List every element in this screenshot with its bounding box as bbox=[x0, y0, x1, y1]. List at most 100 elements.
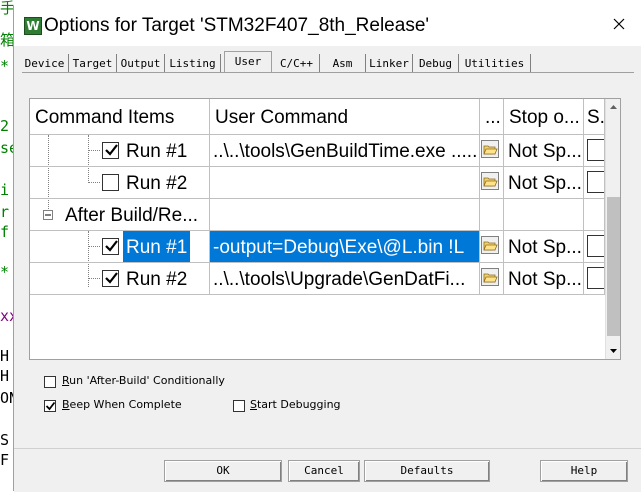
dialog-title: Options for Target 'STM32F407_8th_Releas… bbox=[44, 15, 430, 36]
user-command-cell[interactable] bbox=[210, 167, 480, 199]
table-row[interactable]: Run #2 ..\..\tools\Upgrade\GenDatFi... N… bbox=[30, 263, 605, 295]
beep-when-complete-label[interactable]: Beep When Complete bbox=[62, 398, 182, 411]
scrollbar-thumb[interactable] bbox=[607, 197, 620, 336]
command-item-cell: Run #1 bbox=[30, 135, 210, 167]
run-label-selected: Run #1 bbox=[123, 231, 191, 262]
table-row[interactable]: Run #2 Not Sp... bbox=[30, 167, 605, 199]
option-text: tart Debugging bbox=[256, 398, 341, 411]
option-text: eep When Complete bbox=[69, 398, 182, 411]
close-icon[interactable] bbox=[611, 16, 627, 32]
group-label: After Build/Re... bbox=[65, 205, 199, 226]
header-stop-on-error: Stop o... bbox=[504, 99, 584, 135]
s-cell[interactable] bbox=[584, 231, 605, 263]
collapse-minus-icon[interactable] bbox=[43, 210, 53, 220]
empty-cell bbox=[480, 199, 504, 231]
bg-text: 2 bbox=[0, 117, 10, 135]
help-button[interactable]: Help bbox=[540, 460, 628, 482]
ok-button[interactable]: OK bbox=[164, 460, 282, 482]
empty-cell bbox=[504, 199, 584, 231]
table-row[interactable]: Run #1 -output=Debug\Exe\@L.bin !L Not S… bbox=[30, 231, 605, 263]
browse-folder-icon[interactable] bbox=[481, 236, 499, 254]
tab-linker[interactable]: Linker bbox=[366, 54, 413, 73]
stop-on-error-cell[interactable]: Not Sp... bbox=[504, 263, 584, 295]
s-checkbox[interactable] bbox=[587, 235, 604, 257]
browse-cell[interactable] bbox=[480, 231, 504, 263]
bg-text: f bbox=[0, 223, 10, 241]
tab-listing[interactable]: Listing bbox=[165, 54, 221, 73]
stop-on-error-cell[interactable]: Not Sp... bbox=[504, 135, 584, 167]
bg-text: H bbox=[0, 347, 10, 365]
vertical-scrollbar[interactable] bbox=[605, 99, 621, 359]
run-checkbox[interactable] bbox=[102, 270, 119, 287]
user-command-grid: Command Items User Command ... Stop o...… bbox=[29, 98, 621, 360]
checkmark-icon bbox=[105, 240, 118, 252]
table-row[interactable]: Run #1 ..\..\tools\GenBuildTime.exe ....… bbox=[30, 135, 605, 167]
tab-debug[interactable]: Debug bbox=[413, 54, 459, 73]
group-cell: After Build/Re... bbox=[30, 199, 210, 231]
scroll-down-icon[interactable] bbox=[606, 343, 621, 359]
user-command-cell[interactable]: ..\..\tools\Upgrade\GenDatFi... bbox=[210, 263, 480, 295]
s-cell[interactable] bbox=[584, 263, 605, 295]
header-user-command: User Command bbox=[210, 99, 480, 135]
run-checkbox[interactable] bbox=[102, 142, 119, 159]
start-debugging-checkbox[interactable] bbox=[233, 400, 245, 412]
run-label: Run #2 bbox=[126, 173, 188, 194]
bg-text: H bbox=[0, 367, 10, 385]
options-dialog: W Options for Target 'STM32F407_8th_Rele… bbox=[13, 6, 641, 492]
access-key-b: B bbox=[62, 398, 70, 411]
browse-cell[interactable] bbox=[480, 135, 504, 167]
command-item-cell: Run #2 bbox=[30, 167, 210, 199]
start-debugging-label[interactable]: Start Debugging bbox=[250, 398, 341, 411]
cancel-button[interactable]: Cancel bbox=[288, 460, 360, 482]
s-cell[interactable] bbox=[584, 167, 605, 199]
run-label: Run #1 bbox=[126, 141, 188, 162]
checkmark-icon bbox=[105, 272, 118, 284]
browse-folder-icon[interactable] bbox=[481, 268, 499, 286]
browse-folder-icon[interactable] bbox=[481, 140, 499, 158]
browse-folder-icon[interactable] bbox=[481, 172, 499, 190]
s-cell[interactable] bbox=[584, 135, 605, 167]
defaults-button[interactable]: Defaults bbox=[364, 460, 490, 482]
scroll-up-icon[interactable] bbox=[606, 99, 621, 115]
tab-target[interactable]: Target bbox=[69, 54, 117, 73]
checkmark-icon bbox=[45, 401, 56, 411]
run-checkbox[interactable] bbox=[102, 238, 119, 255]
browse-cell[interactable] bbox=[480, 263, 504, 295]
run-checkbox[interactable] bbox=[102, 174, 119, 191]
background-editor: 手 箱 * 2 se i r f * xx H H ON S F bbox=[0, 0, 18, 491]
stop-on-error-cell[interactable]: Not Sp... bbox=[504, 167, 584, 199]
tab-pane-border bbox=[22, 72, 634, 73]
run-after-build-conditionally-label[interactable]: Run 'After-Build' Conditionally bbox=[62, 374, 225, 387]
s-checkbox[interactable] bbox=[587, 171, 604, 193]
tab-user[interactable]: User bbox=[224, 51, 272, 73]
title-bar[interactable]: W Options for Target 'STM32F407_8th_Rele… bbox=[14, 6, 641, 46]
option-text: un 'After-Build' Conditionally bbox=[69, 374, 225, 387]
bg-text: * bbox=[0, 57, 10, 75]
empty-cell bbox=[210, 199, 480, 231]
run-label: Run #2 bbox=[126, 269, 188, 290]
user-command-cell-selected[interactable]: -output=Debug\Exe\@L.bin !L bbox=[210, 231, 480, 263]
button-bar: OK Cancel Defaults Help bbox=[14, 448, 641, 492]
tab-output[interactable]: Output bbox=[117, 54, 165, 73]
tab-utilities[interactable]: Utilities bbox=[459, 54, 531, 73]
bg-text: r bbox=[0, 203, 10, 221]
stop-on-error-cell[interactable]: Not Sp... bbox=[504, 231, 584, 263]
header-browse: ... bbox=[480, 99, 504, 135]
tab-device[interactable]: Device bbox=[21, 54, 69, 73]
s-checkbox[interactable] bbox=[587, 139, 604, 161]
keil-app-icon: W bbox=[24, 17, 42, 35]
browse-cell[interactable] bbox=[480, 167, 504, 199]
empty-cell bbox=[584, 199, 605, 231]
bg-text: * bbox=[0, 263, 10, 281]
s-checkbox[interactable] bbox=[587, 267, 604, 289]
tab-asm[interactable]: Asm bbox=[320, 54, 366, 73]
checkmark-icon bbox=[105, 144, 118, 156]
header-s: S. bbox=[584, 99, 605, 135]
bg-text: F bbox=[0, 451, 10, 469]
beep-when-complete-checkbox[interactable] bbox=[44, 400, 56, 412]
group-row[interactable]: After Build/Re... bbox=[30, 199, 605, 231]
run-after-build-conditionally-checkbox[interactable] bbox=[44, 376, 56, 388]
user-command-cell[interactable]: ..\..\tools\GenBuildTime.exe ..... bbox=[210, 135, 480, 167]
tab-c-cpp[interactable]: C/C++ bbox=[274, 54, 320, 73]
header-command-items: Command Items bbox=[30, 99, 210, 135]
